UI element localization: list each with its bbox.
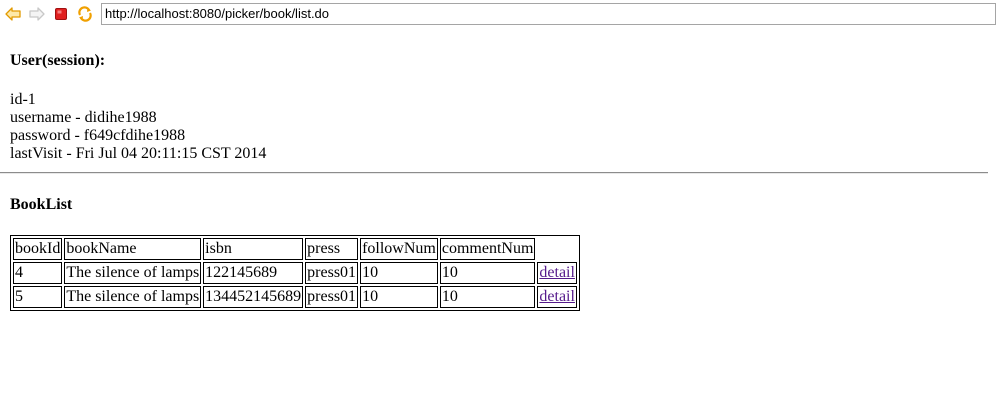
col-isbn: isbn [203, 238, 304, 260]
cell-isbn: 134452145689 [203, 286, 304, 308]
col-follownum: followNum [360, 238, 438, 260]
table-header-row: bookId bookName isbn press followNum com… [13, 238, 577, 260]
cell-commentnum: 10 [439, 262, 536, 284]
cell-bookname: The silence of lamps [64, 286, 202, 308]
cell-isbn: 122145689 [203, 262, 304, 284]
book-table: bookId bookName isbn press followNum com… [10, 235, 580, 311]
user-id: id-1 [10, 91, 36, 108]
booklist-heading: BookList [10, 196, 73, 213]
browser-toolbar: http://localhost:8080/picker/book/list.d… [0, 0, 998, 28]
cell-follownum: 10 [360, 286, 438, 308]
col-bookname: bookName [64, 238, 202, 260]
user-info: id-1 username - didihe1988 password - f6… [10, 91, 266, 163]
col-commentnum: commentNum [439, 238, 536, 260]
cell-action: detail [537, 286, 577, 308]
address-bar[interactable]: http://localhost:8080/picker/book/list.d… [101, 3, 996, 25]
table-row: 5 The silence of lamps 134452145689 pres… [13, 286, 577, 308]
cell-bookid: 5 [13, 286, 63, 308]
cell-press: press01 [305, 286, 359, 308]
user-last-visit: lastVisit - Fri Jul 04 20:11:15 CST 2014 [10, 145, 267, 162]
cell-bookname: The silence of lamps [64, 262, 202, 284]
divider [0, 172, 988, 174]
cell-press: press01 [305, 262, 359, 284]
forward-arrow-icon[interactable] [28, 5, 46, 23]
detail-link[interactable]: detail [539, 288, 575, 305]
back-arrow-icon[interactable] [4, 5, 22, 23]
detail-link[interactable]: detail [539, 264, 575, 281]
cell-follownum: 10 [360, 262, 438, 284]
user-heading: User(session): [10, 52, 106, 69]
cell-bookid: 4 [13, 262, 63, 284]
cell-action: detail [537, 262, 577, 284]
cell-commentnum: 10 [439, 286, 536, 308]
stop-icon[interactable] [52, 5, 70, 23]
user-username: username - didihe1988 [10, 109, 157, 126]
user-password: password - f649cfdihe1988 [10, 127, 186, 144]
col-bookid: bookId [13, 238, 63, 260]
table-row: 4 The silence of lamps 122145689 press01… [13, 262, 577, 284]
refresh-icon[interactable] [76, 5, 94, 23]
col-press: press [305, 238, 359, 260]
col-action [537, 238, 577, 260]
